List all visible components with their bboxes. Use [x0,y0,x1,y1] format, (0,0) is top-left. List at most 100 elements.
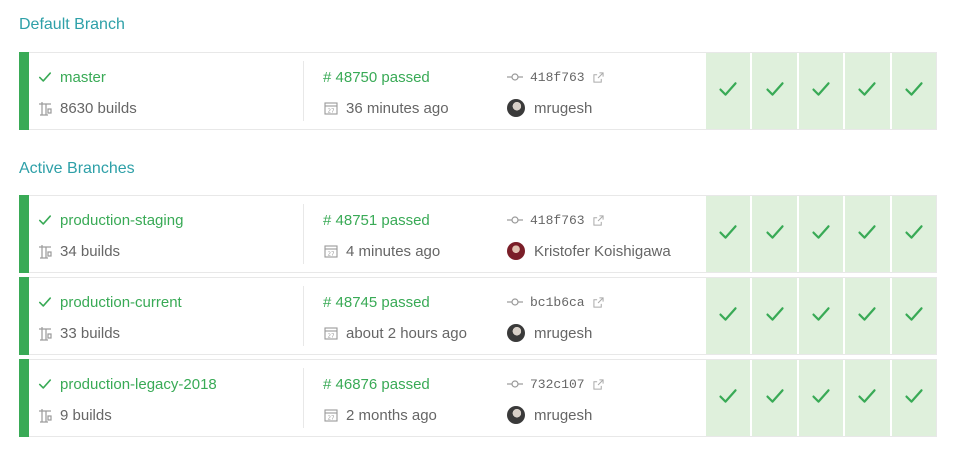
external-link-icon[interactable] [585,214,604,226]
passed-check-icon [765,386,785,411]
history-build-5[interactable] [889,360,937,436]
passed-check-icon [857,304,877,329]
commit-icon [507,294,523,310]
build-count: 9 builds [60,406,112,424]
commit-icon [507,212,523,228]
avatar [507,324,525,342]
builds-icon [37,100,53,116]
history-build-5[interactable] [889,53,937,129]
passed-check-icon [718,222,738,247]
branch-name-link[interactable]: production-legacy-2018 [60,376,217,393]
history-build-4[interactable] [843,196,890,272]
commit-sha-link[interactable]: 418f763 [530,213,585,228]
svg-text:27: 27 [328,252,335,258]
svg-text:27: 27 [328,109,335,115]
passed-check-icon [857,222,877,247]
status-stripe [19,277,29,355]
avatar [507,242,525,260]
passed-check-icon [37,294,53,310]
build-count: 8630 builds [60,99,137,117]
commit-author: mrugesh [534,406,593,424]
history-build-3[interactable] [796,196,844,272]
passed-check-icon [857,386,877,411]
builds-icon [37,325,53,341]
history-build-4[interactable] [843,278,890,354]
build-count: 33 builds [60,324,121,342]
build-number-link[interactable]: # 48751 passed [323,212,430,229]
history-build-4[interactable] [843,360,890,436]
commit-icon [507,376,523,392]
history-build-2[interactable] [750,53,797,129]
external-link-icon[interactable] [585,378,604,390]
history-build-3[interactable] [796,360,844,436]
build-number-link[interactable]: # 48745 passed [323,294,430,311]
calendar-icon: 27 [323,243,339,259]
passed-check-icon [904,79,924,104]
column-divider [303,204,304,264]
svg-text:27: 27 [328,334,335,340]
build-number-link[interactable]: # 46876 passed [323,376,430,393]
passed-check-icon [904,222,924,247]
branch-name-link[interactable]: master [60,69,106,86]
history-build-4[interactable] [843,53,890,129]
history-build-1[interactable] [706,278,751,354]
avatar [507,406,525,424]
build-history [706,196,937,272]
commit-author: mrugesh [534,99,593,117]
history-build-3[interactable] [796,278,844,354]
commit-author: Kristofer Koishigawa [534,242,671,260]
passed-check-icon [765,304,785,329]
avatar [507,99,525,117]
column-divider [303,368,304,428]
branch-name-link[interactable]: production-current [60,294,182,311]
commit-sha-link[interactable]: 418f763 [530,70,585,85]
passed-check-icon [718,304,738,329]
build-time: 36 minutes ago [346,99,449,117]
history-build-1[interactable] [706,53,751,129]
passed-check-icon [765,222,785,247]
column-divider [303,286,304,346]
history-build-5[interactable] [889,196,937,272]
branch-name-link[interactable]: production-staging [60,212,183,229]
builds-icon [37,407,53,423]
passed-check-icon [811,386,831,411]
external-link-icon[interactable] [585,296,604,308]
history-build-1[interactable] [706,360,751,436]
svg-text:27: 27 [328,416,335,422]
build-number-link[interactable]: # 48750 passed [323,69,430,86]
commit-author: mrugesh [534,324,593,342]
history-build-5[interactable] [889,278,937,354]
branch-row[interactable]: production-current 33 builds # 48745 pas… [19,277,937,355]
builds-icon [37,243,53,259]
history-build-3[interactable] [796,53,844,129]
status-stripe [19,195,29,273]
passed-check-icon [37,212,53,228]
history-build-2[interactable] [750,196,797,272]
history-build-2[interactable] [750,360,797,436]
passed-check-icon [904,304,924,329]
history-build-2[interactable] [750,278,797,354]
calendar-icon: 27 [323,325,339,341]
commit-sha-link[interactable]: 732c107 [530,377,585,392]
passed-check-icon [37,69,53,85]
default-branch-title: Default Branch [19,16,125,33]
branch-row[interactable]: master 8630 builds # 48750 passed 27 36 … [19,52,937,130]
passed-check-icon [904,386,924,411]
external-link-icon[interactable] [585,71,604,83]
passed-check-icon [718,386,738,411]
passed-check-icon [811,304,831,329]
status-stripe [19,359,29,437]
column-divider [303,61,304,121]
passed-check-icon [765,79,785,104]
branch-row[interactable]: production-legacy-2018 9 builds # 46876 … [19,359,937,437]
build-time: about 2 hours ago [346,324,467,342]
passed-check-icon [718,79,738,104]
calendar-icon: 27 [323,407,339,423]
passed-check-icon [37,376,53,392]
build-history [706,360,937,436]
passed-check-icon [811,79,831,104]
build-history [706,278,937,354]
branch-row[interactable]: production-staging 34 builds # 48751 pas… [19,195,937,273]
commit-sha-link[interactable]: bc1b6ca [530,295,585,310]
history-build-1[interactable] [706,196,751,272]
